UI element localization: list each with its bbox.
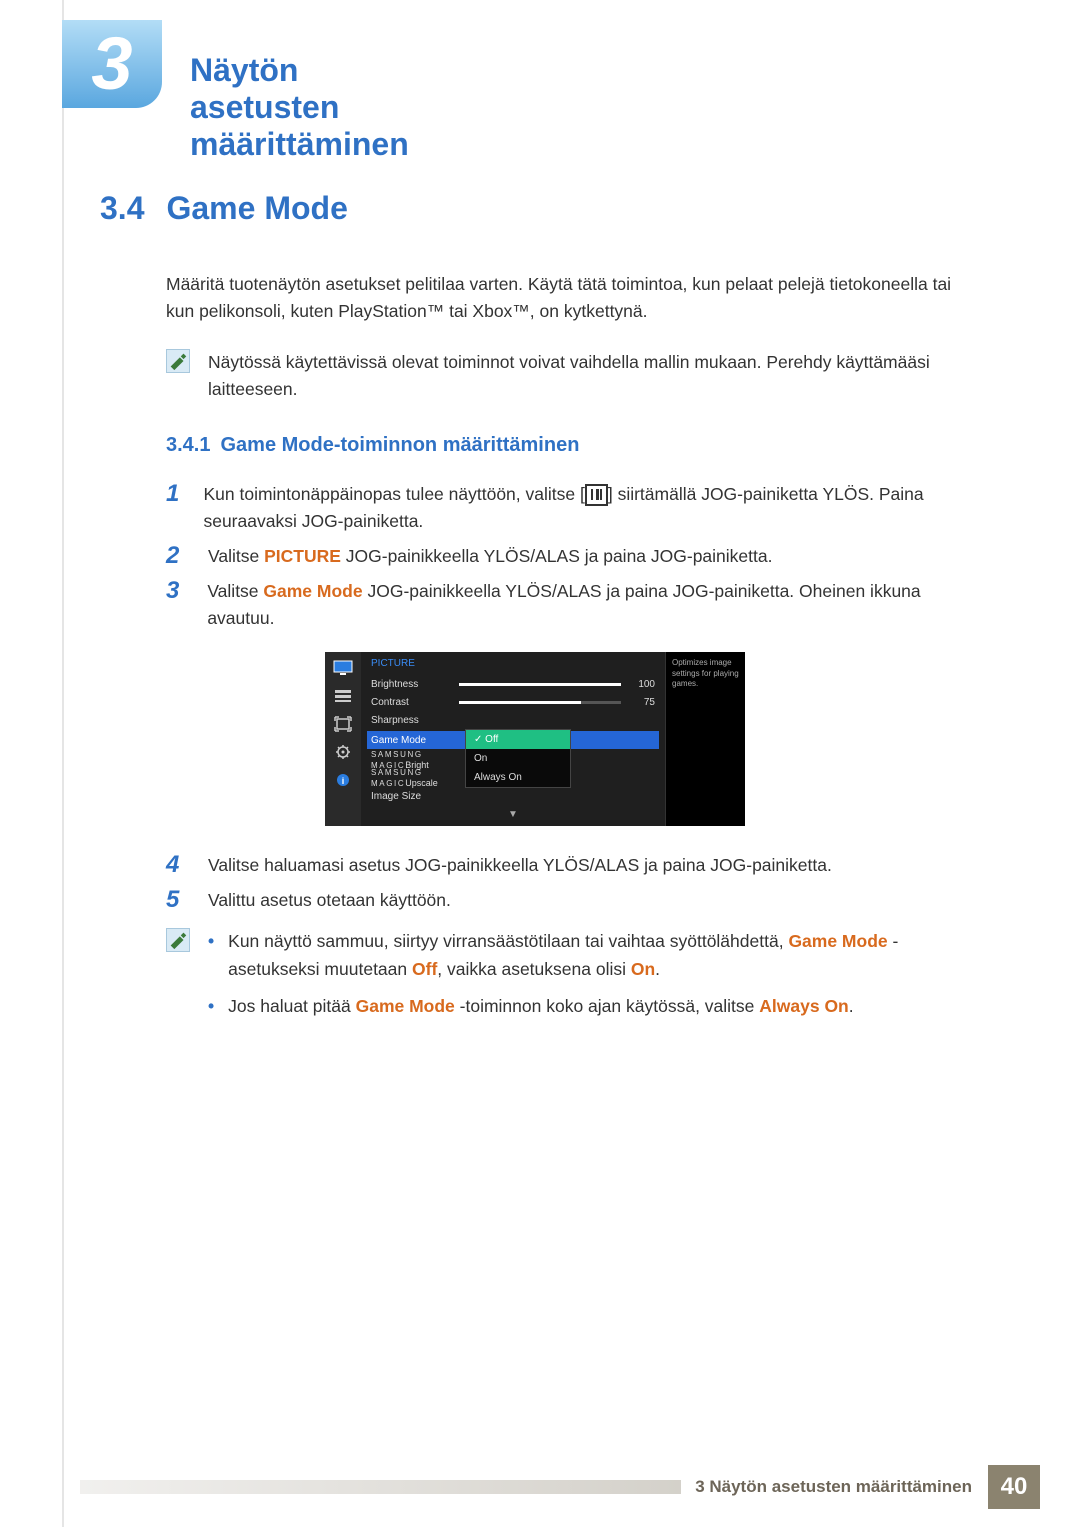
subsection-title: Game Mode-toiminnon määrittäminen bbox=[220, 434, 579, 456]
gamemode-keyword: Game Mode bbox=[788, 931, 887, 951]
step-text: Valitse haluamasi asetus JOG-painikkeell… bbox=[208, 852, 832, 879]
osd-row-sharpness: Sharpness bbox=[371, 711, 655, 729]
text-frag: Kun näyttö sammuu, siirtyy virransäästöt… bbox=[228, 931, 788, 951]
chapter-number-badge: 3 bbox=[62, 20, 162, 108]
osd-label: Contrast bbox=[371, 697, 451, 708]
step-text-frag: Kun toimintonäppäinopas tulee näyttöön, … bbox=[203, 484, 584, 504]
on-keyword: On bbox=[631, 959, 655, 979]
text-frag: -toiminnon koko ajan käytössä, valitse bbox=[455, 996, 759, 1016]
osd-option-on: On bbox=[466, 749, 570, 768]
picture-keyword: PICTURE bbox=[264, 546, 341, 566]
step-number: 5 bbox=[166, 887, 190, 914]
step-number: 2 bbox=[166, 543, 190, 570]
osd-label: SAMSUNG MAGICUpscale bbox=[371, 767, 451, 789]
footer-page-number: 40 bbox=[988, 1465, 1040, 1509]
osd-help-panel: Optimizes image settings for playing gam… bbox=[665, 652, 745, 826]
osd-row-brightness: Brightness 100 bbox=[371, 675, 655, 693]
info-icon: i bbox=[333, 772, 353, 788]
left-margin-rule bbox=[62, 0, 64, 1527]
gamemode-keyword: Game Mode bbox=[263, 581, 362, 601]
osd-magic-suffix: Upscale bbox=[405, 778, 438, 788]
osd-label: Game Mode bbox=[371, 735, 451, 746]
step-text-frag: Valitse bbox=[208, 546, 264, 566]
note-bullets: • Kun näyttö sammuu, siirtyy virransääst… bbox=[208, 928, 970, 1029]
step-number: 3 bbox=[166, 578, 189, 632]
text-frag: , vaikka asetuksena olisi bbox=[437, 959, 631, 979]
osd-magic: MAGIC bbox=[371, 779, 405, 788]
bullet-icon: • bbox=[208, 928, 214, 982]
osd-label: Brightness bbox=[371, 679, 451, 690]
text-frag: Jos haluat pitää bbox=[228, 996, 355, 1016]
osd-option-off: Off bbox=[466, 730, 570, 749]
section-number: 3.4 bbox=[100, 190, 144, 226]
gamemode-keyword: Game Mode bbox=[356, 996, 455, 1016]
step-number: 4 bbox=[166, 852, 190, 879]
step-2: 2 Valitse PICTURE JOG-painikkeella YLÖS/… bbox=[166, 543, 970, 570]
gear-icon bbox=[333, 744, 353, 760]
osd-brand-small: SAMSUNG bbox=[371, 750, 423, 759]
steps-list: 1 Kun toimintonäppäinopas tulee näyttöön… bbox=[166, 481, 970, 633]
section-intro: Määritä tuotenäytön asetukset pelitilaa … bbox=[166, 271, 970, 325]
bullet-text: Kun näyttö sammuu, siirtyy virransäästöt… bbox=[228, 928, 970, 982]
alwayson-keyword: Always On bbox=[759, 996, 848, 1016]
svg-text:i: i bbox=[342, 776, 345, 786]
footer-chapter-label: 3 Näytön asetusten määrittäminen bbox=[695, 1477, 972, 1497]
osd-value: 100 bbox=[629, 679, 655, 690]
bullet-icon: • bbox=[208, 993, 214, 1020]
note-block: Näytössä käytettävissä olevat toiminnot … bbox=[166, 349, 970, 403]
off-keyword: Off bbox=[412, 959, 437, 979]
step-text: Valitse Game Mode JOG-painikkeella YLÖS/… bbox=[207, 578, 970, 632]
osd-title: PICTURE bbox=[371, 658, 655, 669]
step-text: Valitse PICTURE JOG-painikkeella YLÖS/AL… bbox=[208, 543, 772, 570]
osd-row-gamemode: Game Mode Off On Always On bbox=[371, 731, 655, 749]
bullet-text: Jos haluat pitää Game Mode -toiminnon ko… bbox=[228, 993, 853, 1020]
text-frag: . bbox=[849, 996, 854, 1016]
step-text-frag: JOG-painikkeella YLÖS/ALAS ja paina JOG-… bbox=[341, 546, 773, 566]
note-icon bbox=[166, 928, 190, 952]
osd-row-imagesize: Image Size bbox=[371, 787, 655, 805]
osd-row-contrast: Contrast 75 bbox=[371, 693, 655, 711]
bullet-2: • Jos haluat pitää Game Mode -toiminnon … bbox=[208, 993, 970, 1020]
step-4: 4 Valitse haluamasi asetus JOG-painikkee… bbox=[166, 852, 970, 879]
osd-main-panel: PICTURE Brightness 100 Contrast 75 Sharp… bbox=[361, 652, 665, 826]
chapter-title: Näytön asetusten määrittäminen bbox=[190, 52, 409, 163]
step-3: 3 Valitse Game Mode JOG-painikkeella YLÖ… bbox=[166, 578, 970, 632]
note-text: Näytössä käytettävissä olevat toiminnot … bbox=[208, 349, 970, 403]
osd-screenshot: i PICTURE Brightness 100 Contrast 75 Sha… bbox=[325, 652, 745, 826]
menu-icon bbox=[585, 484, 608, 506]
bullet-1: • Kun näyttö sammuu, siirtyy virransääst… bbox=[208, 928, 970, 982]
step-text-frag: Valitse bbox=[207, 581, 263, 601]
subsection-heading: 3.4.1 Game Mode-toiminnon määrittäminen bbox=[166, 434, 970, 457]
osd-slider-fill bbox=[459, 701, 581, 704]
subsection-number: 3.4.1 bbox=[166, 434, 210, 456]
osd-value: 75 bbox=[629, 697, 655, 708]
step-1: 1 Kun toimintonäppäinopas tulee näyttöön… bbox=[166, 481, 970, 535]
osd-brand-small: SAMSUNG bbox=[371, 768, 423, 777]
resize-icon bbox=[333, 716, 353, 732]
section-heading: 3.4 Game Mode bbox=[100, 190, 970, 227]
osd-slider-fill bbox=[459, 683, 621, 686]
osd-label: Image Size bbox=[371, 791, 451, 802]
note-icon bbox=[166, 349, 190, 373]
page-footer: 3 Näytön asetusten määrittäminen 40 bbox=[80, 1465, 1080, 1509]
osd-slider bbox=[459, 701, 621, 704]
step-5: 5 Valittu asetus otetaan käyttöön. bbox=[166, 887, 970, 914]
step-number: 1 bbox=[166, 481, 185, 535]
osd-sidebar: i bbox=[325, 652, 361, 826]
text-frag: . bbox=[655, 959, 660, 979]
chevron-down-icon: ▼ bbox=[371, 809, 655, 820]
steps-list-cont: 4 Valitse haluamasi asetus JOG-painikkee… bbox=[166, 852, 970, 914]
monitor-icon bbox=[333, 660, 353, 676]
list-icon bbox=[333, 688, 353, 704]
step-text: Kun toimintonäppäinopas tulee näyttöön, … bbox=[203, 481, 970, 535]
step-text: Valittu asetus otetaan käyttöön. bbox=[208, 887, 451, 914]
section-title: Game Mode bbox=[166, 190, 347, 226]
osd-label: Sharpness bbox=[371, 715, 451, 726]
osd-slider bbox=[459, 683, 621, 686]
footer-gradient-bar bbox=[80, 1480, 681, 1494]
osd-dropdown: Off On Always On bbox=[465, 729, 571, 788]
note-block-2: • Kun näyttö sammuu, siirtyy virransääst… bbox=[166, 928, 970, 1029]
section-body: 3.4Game Mode Määritä tuotenäytön asetuks… bbox=[100, 190, 970, 1060]
osd-option-always: Always On bbox=[466, 768, 570, 787]
